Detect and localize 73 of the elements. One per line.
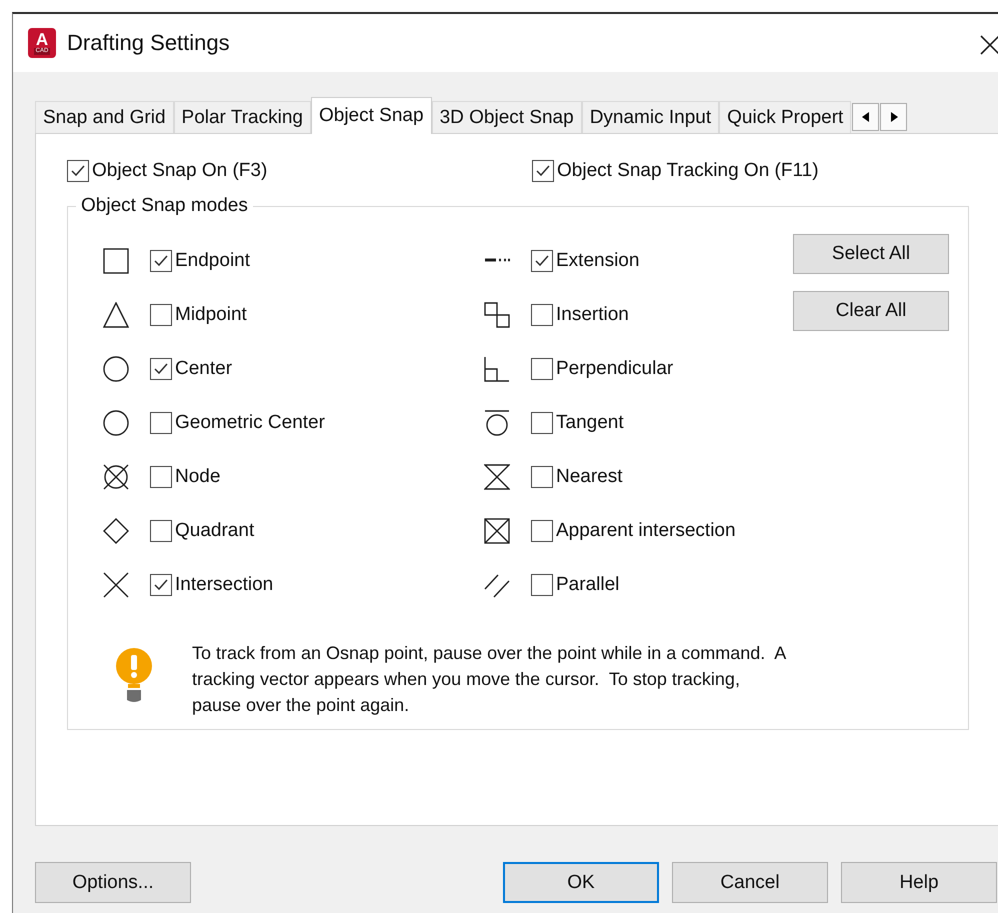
checkbox-label[interactable]: Midpoint [175,304,247,326]
insertion-marker-icon [484,302,510,328]
checkbox-label[interactable]: Parallel [556,574,620,596]
checkbox[interactable] [150,520,172,542]
checkmark-icon [70,163,86,179]
checkbox[interactable] [531,250,553,272]
checkmark-icon [534,253,550,269]
tab[interactable]: 3D Object Snap [432,101,582,133]
checkbox-label[interactable]: Object Snap Tracking On (F11) [557,160,819,182]
dialog-button[interactable]: OK [503,862,659,903]
checkbox[interactable] [531,466,553,488]
checkbox[interactable] [150,412,172,434]
options-button[interactable]: Options... [35,862,191,903]
checkbox-label[interactable]: Extension [556,250,640,272]
checkbox[interactable] [531,412,553,434]
checkbox[interactable] [532,160,554,182]
scroll-left-button[interactable] [852,103,880,131]
window-title: Drafting Settings [67,30,230,56]
checkbox-label[interactable]: Nearest [556,466,623,488]
checkbox-label[interactable]: Quadrant [175,520,254,542]
logo-letter: A [36,31,48,48]
checkbox-label[interactable]: Tangent [556,412,624,434]
tab[interactable]: Quick Propert [719,101,852,133]
intersection-marker-icon [103,572,129,598]
action-button[interactable]: Select All [793,234,949,274]
endpoint-marker-icon [103,248,129,274]
group-title: Object Snap modes [76,195,253,217]
dialog-button[interactable]: Cancel [672,862,828,903]
apparent-marker-icon [484,518,510,544]
extension-marker-icon [484,257,510,263]
checkbox-label[interactable]: Intersection [175,574,274,596]
checkbox-label[interactable]: Geometric Center [175,412,325,434]
checkbox-label[interactable]: Node [175,466,220,488]
checkbox[interactable] [531,574,553,596]
tangent-marker-icon [484,410,510,436]
checkbox[interactable] [150,466,172,488]
checkbox-label[interactable]: Apparent intersection [556,520,736,542]
midpoint-marker-icon [103,302,129,328]
checkbox-label[interactable]: Object Snap On (F3) [92,160,268,182]
checkbox-label[interactable]: Endpoint [175,250,250,272]
checkbox[interactable] [150,358,172,380]
checkbox-label[interactable]: Center [175,358,232,380]
checkmark-icon [153,253,169,269]
tab[interactable]: Snap and Grid [35,101,174,133]
close-icon[interactable] [979,34,998,56]
checkbox[interactable] [67,160,89,182]
checkbox[interactable] [531,358,553,380]
checkbox[interactable] [150,304,172,326]
scroll-right-button[interactable] [880,103,908,131]
parallel-marker-icon [484,572,510,598]
node-marker-icon [103,464,129,490]
tab[interactable]: Object Snap [310,97,432,134]
quadrant-marker-icon [103,518,129,544]
checkbox[interactable] [531,520,553,542]
checkbox[interactable] [531,304,553,326]
checkbox[interactable] [150,574,172,596]
action-button[interactable]: Clear All [793,291,949,331]
right-triangle-icon [890,112,898,122]
checkmark-icon [153,361,169,377]
geocenter-marker-icon [103,410,129,436]
perpendicular-marker-icon [484,356,510,382]
checkmark-icon [153,577,169,593]
tab[interactable]: Polar Tracking [174,101,311,133]
tip-text: To track from an Osnap point, pause over the point while in a command. A tracking vector appears when you move the cursor. To stop tracking, pause over the point again. [192,642,786,717]
dialog-button[interactable]: Help [841,862,997,903]
checkbox[interactable] [150,250,172,272]
left-triangle-icon [862,112,870,122]
nearest-marker-icon [484,464,510,490]
checkbox-label[interactable]: Perpendicular [556,358,674,380]
center-marker-icon [103,356,129,382]
checkbox-label[interactable]: Insertion [556,304,629,326]
checkmark-icon [535,163,551,179]
tab[interactable]: Dynamic Input [582,101,720,133]
